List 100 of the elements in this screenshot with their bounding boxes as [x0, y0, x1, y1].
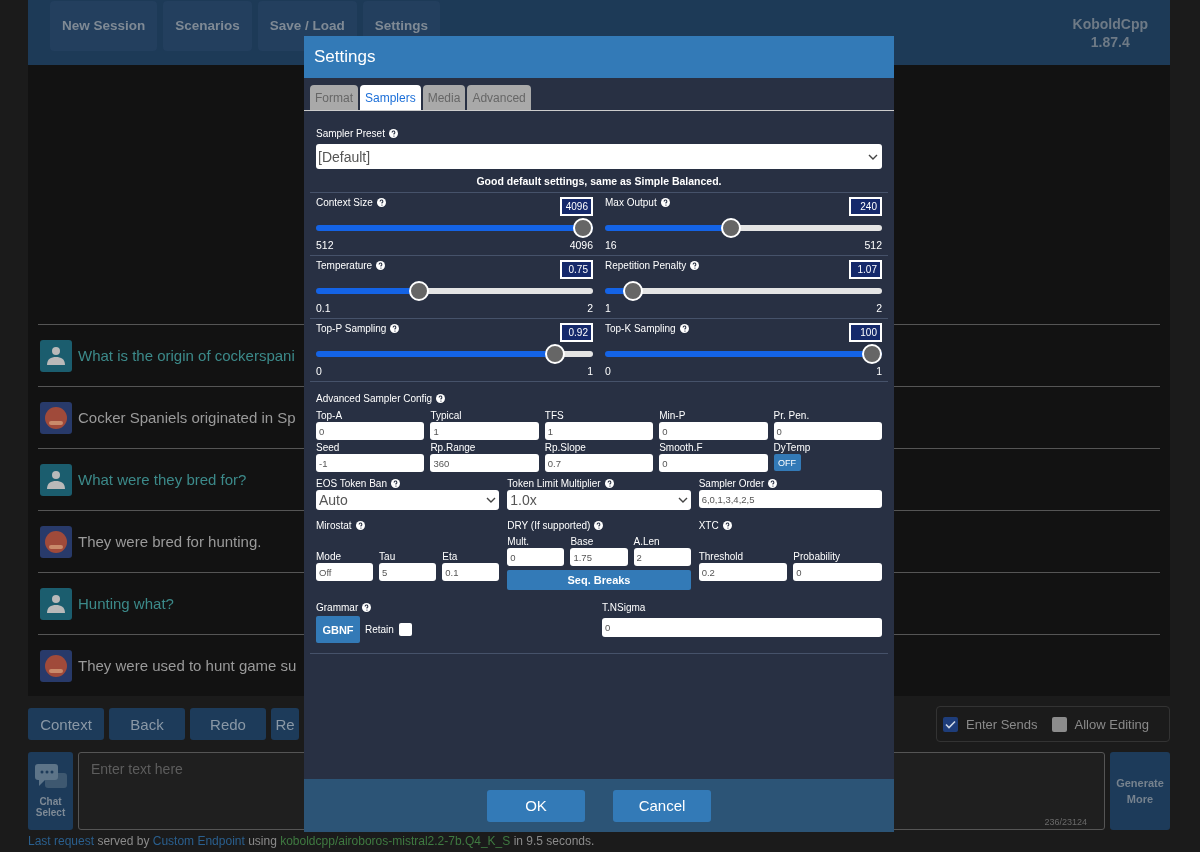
- value-field[interactable]: 100: [849, 323, 882, 342]
- input-field[interactable]: 0: [507, 548, 565, 566]
- input-field[interactable]: 1.75: [570, 548, 628, 566]
- input-field[interactable]: 0.1: [442, 563, 500, 581]
- field-label: Grammar: [316, 602, 359, 613]
- help-icon[interactable]: [722, 521, 732, 530]
- field-label: Advanced Sampler Config: [316, 393, 433, 404]
- help-icon[interactable]: [376, 198, 386, 207]
- min-label: 1: [605, 302, 611, 314]
- input-field[interactable]: 0: [659, 454, 768, 472]
- caret-icon: [677, 497, 688, 503]
- slider-thumb[interactable]: [623, 281, 643, 301]
- select-field[interactable]: Auto: [316, 490, 500, 510]
- input-field[interactable]: 0: [602, 618, 882, 637]
- slider-track[interactable]: [316, 218, 593, 238]
- max-label: 2: [876, 302, 882, 314]
- caret-icon: [486, 497, 497, 503]
- help-icon[interactable]: [362, 603, 372, 612]
- field-label: Mirostat: [316, 520, 352, 531]
- action-button[interactable]: Context: [28, 708, 104, 740]
- help-icon[interactable]: [388, 129, 398, 138]
- min-label: 0: [605, 365, 611, 377]
- value-field[interactable]: 240: [849, 197, 882, 216]
- select-field[interactable]: 1.0x: [507, 490, 691, 510]
- checkbox[interactable]: [398, 623, 412, 636]
- input-field[interactable]: 360: [430, 454, 539, 472]
- bot-avatar-icon: [40, 401, 72, 434]
- app-version: 1.87.4: [1090, 32, 1130, 51]
- slider-thumb[interactable]: [720, 218, 741, 238]
- field-label: DRY (If supported): [507, 520, 591, 531]
- input-field[interactable]: 0: [773, 422, 882, 440]
- help-icon[interactable]: [594, 521, 604, 530]
- input-field[interactable]: 5: [379, 563, 437, 581]
- dialog-title: Settings: [304, 36, 894, 78]
- slider-track[interactable]: [316, 344, 593, 364]
- dialog-button[interactable]: Cancel: [613, 789, 711, 822]
- field-label: TFS: [544, 410, 565, 421]
- slider-track[interactable]: [605, 218, 882, 238]
- help-icon[interactable]: [376, 261, 386, 270]
- tab[interactable]: Samplers: [360, 85, 421, 110]
- input-field[interactable]: Off: [316, 563, 374, 581]
- field-label: Mode: [316, 551, 342, 562]
- input-field[interactable]: 6,0,1,3,4,2,5: [698, 490, 882, 508]
- field-label: Mult.: [507, 536, 530, 547]
- min-label: 0.1: [316, 302, 331, 314]
- field-label: Sampler Order: [698, 478, 765, 489]
- status-line: Last request served by Custom Endpoint using koboldcpp/airoboros-mistral2.2-7b.Q4_K_S in 9.5 seconds.: [28, 834, 596, 848]
- slider-track[interactable]: [316, 281, 593, 301]
- checkbox[interactable]: [943, 716, 958, 732]
- value-field[interactable]: 1.07: [849, 260, 882, 279]
- help-icon[interactable]: [436, 394, 446, 403]
- help-icon[interactable]: [768, 479, 778, 488]
- input-field[interactable]: 0: [659, 422, 768, 440]
- input-field[interactable]: 2: [633, 548, 691, 566]
- seq-breaks-button[interactable]: Seq. Breaks: [507, 570, 691, 590]
- user-avatar-icon: [40, 339, 72, 372]
- field-label: DyTemp: [773, 442, 812, 453]
- input-field[interactable]: 0.2: [698, 563, 788, 581]
- input-field[interactable]: 1: [430, 422, 539, 440]
- field-label: Repetition Penalty: [605, 260, 687, 271]
- user-avatar-icon: [40, 463, 72, 496]
- input-field[interactable]: 0: [793, 563, 882, 581]
- value-field[interactable]: 0.75: [560, 260, 593, 279]
- value-field[interactable]: 4096: [560, 197, 593, 216]
- app-name: KoboldCpp: [1072, 14, 1148, 33]
- action-button[interactable]: Re: [271, 708, 299, 740]
- help-icon[interactable]: [390, 324, 400, 333]
- slider-thumb[interactable]: [862, 344, 882, 364]
- slider-thumb[interactable]: [544, 344, 565, 364]
- field-label: Base: [570, 536, 595, 547]
- field-label: Max Output: [605, 197, 657, 208]
- help-icon[interactable]: [391, 479, 400, 488]
- help-icon[interactable]: [690, 261, 700, 270]
- field-label: Temperature: [316, 260, 373, 271]
- gbnf-button[interactable]: GBNF: [316, 616, 360, 643]
- input-field[interactable]: -1: [316, 454, 425, 472]
- field-label: A.Len: [633, 536, 661, 547]
- action-button[interactable]: Back: [109, 708, 185, 740]
- field-label: Tau: [379, 551, 397, 562]
- action-button[interactable]: Redo: [190, 708, 266, 740]
- max-label: 1: [876, 365, 882, 377]
- toggle-button[interactable]: OFF: [773, 454, 801, 471]
- checkbox[interactable]: [1051, 716, 1067, 732]
- slider-thumb[interactable]: [408, 281, 429, 301]
- min-label: 512: [316, 239, 334, 251]
- preset-select[interactable]: [Default]: [316, 144, 882, 169]
- help-icon[interactable]: [355, 521, 365, 530]
- help-icon[interactable]: [604, 479, 614, 488]
- slider-track[interactable]: [605, 344, 882, 364]
- user-avatar-icon: [40, 587, 72, 620]
- preset-note: Good default settings, same as Simple Balanced.: [475, 175, 723, 187]
- slider-track[interactable]: [605, 281, 882, 301]
- help-icon[interactable]: [660, 198, 670, 207]
- help-icon[interactable]: [679, 324, 689, 333]
- input-field[interactable]: 1: [544, 422, 654, 440]
- value-field[interactable]: 0.92: [560, 323, 593, 342]
- input-field[interactable]: 0.7: [544, 454, 654, 472]
- dialog-button[interactable]: OK: [487, 789, 585, 822]
- slider-thumb[interactable]: [573, 218, 593, 238]
- input-field[interactable]: 0: [316, 422, 425, 440]
